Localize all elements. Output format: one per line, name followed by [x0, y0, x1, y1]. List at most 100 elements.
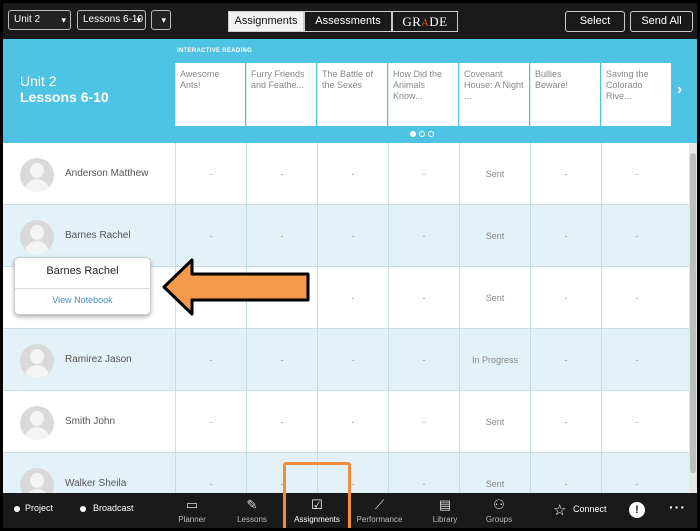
book-icon: ▭: [185, 497, 199, 512]
assignment-status-cell[interactable]: -: [388, 143, 459, 205]
assignment-status-cell[interactable]: -: [246, 329, 317, 391]
edit-icon: ✎: [246, 497, 258, 512]
assignment-status-cell[interactable]: -: [317, 267, 388, 329]
nav-performance[interactable]: ⟋ Performance: [352, 493, 407, 528]
assignment-status-cell[interactable]: -: [246, 391, 317, 453]
scrollbar[interactable]: [689, 143, 697, 493]
assignment-status-cell[interactable]: -: [530, 329, 601, 391]
unit-select-value: Unit 2: [14, 14, 41, 25]
assignments-highlight-box: [283, 462, 351, 528]
info-icon[interactable]: !: [629, 502, 645, 518]
broadcast-button[interactable]: Broadcast: [93, 503, 134, 513]
student-name[interactable]: Anderson Matthew: [65, 168, 148, 179]
column-header[interactable]: The Battle of the Sexes: [317, 63, 387, 126]
extra-select[interactable]: ▾: [151, 10, 171, 30]
column-header[interactable]: Furry Friends and Feathe...: [246, 63, 316, 126]
assignment-status-cell[interactable]: -: [175, 391, 246, 453]
assignment-status-cell[interactable]: -: [530, 205, 601, 267]
radio-dot-icon[interactable]: [80, 506, 86, 512]
assignment-header: Unit 2 Lessons 6-10 INTERACTIVE READING …: [3, 39, 697, 143]
avatar[interactable]: [20, 406, 54, 440]
student-name[interactable]: Smith John: [65, 416, 115, 427]
column-header[interactable]: How Did the Animals Know...: [388, 63, 458, 126]
project-button[interactable]: Project: [25, 503, 53, 513]
view-notebook-link[interactable]: View Notebook: [15, 295, 150, 305]
assignment-status-cell[interactable]: -: [388, 391, 459, 453]
table-row: Smith John - - - - Sent - -: [3, 391, 689, 453]
student-popup: Barnes Rachel View Notebook: [14, 257, 151, 315]
assignment-status-cell[interactable]: -: [601, 391, 672, 453]
star-icon: ☆: [553, 502, 567, 519]
assignment-status-cell[interactable]: -: [601, 329, 672, 391]
nav-label: Library: [432, 515, 458, 524]
nav-lessons[interactable]: ✎ Lessons: [231, 493, 273, 528]
assignment-status-cell[interactable]: -: [530, 267, 601, 329]
column-header[interactable]: Bullies Beware!: [530, 63, 600, 126]
assignment-status-cell[interactable]: -: [388, 267, 459, 329]
assignment-status-cell[interactable]: -: [317, 391, 388, 453]
nav-groups[interactable]: ⚇ Groups: [477, 493, 521, 528]
lessons-select-value: Lessons 6-10: [83, 14, 144, 25]
lessons-select[interactable]: Lessons 6-10 ▾: [77, 10, 146, 30]
column-header[interactable]: Awesome Ants!: [175, 63, 245, 126]
tab-grade[interactable]: GRADE: [392, 11, 458, 32]
nav-label: Planner: [178, 515, 206, 524]
table-row: Ramirez Jason - - - - In Progress - -: [3, 329, 689, 391]
avatar[interactable]: [20, 220, 54, 254]
assignment-status-cell[interactable]: Sent: [459, 391, 530, 453]
nav-library[interactable]: ▤ Library: [425, 493, 465, 528]
column-header[interactable]: Covenant House: A Night ...: [459, 63, 529, 126]
avatar[interactable]: [20, 158, 54, 192]
page-dot[interactable]: [410, 131, 416, 137]
unit-title: Unit 2: [20, 73, 57, 89]
assignment-status-cell[interactable]: -: [530, 391, 601, 453]
student-name-cell[interactable]: Anderson Matthew: [3, 143, 175, 205]
tab-assignments[interactable]: Assignments: [228, 11, 304, 32]
tab-assessments[interactable]: Assessments: [304, 11, 392, 32]
student-name[interactable]: Ramirez Jason: [65, 354, 132, 365]
nav-planner[interactable]: ▭ Planner: [173, 493, 211, 528]
student-name-cell[interactable]: Ramirez Jason: [3, 329, 175, 391]
assignment-status-cell[interactable]: In Progress: [459, 329, 530, 391]
chevron-right-icon[interactable]: ›: [677, 81, 682, 99]
assignment-status-cell[interactable]: -: [601, 267, 672, 329]
assignment-status-cell[interactable]: -: [388, 329, 459, 391]
assignment-status-cell[interactable]: -: [601, 143, 672, 205]
assignment-status-cell[interactable]: -: [317, 143, 388, 205]
unit-select[interactable]: Unit 2 ▾: [8, 10, 71, 30]
app-frame: Unit 2 ▾ Lessons 6-10 ▾ ▾ Assignments As…: [3, 3, 697, 528]
assignment-status-cell[interactable]: -: [317, 205, 388, 267]
assignment-status-cell[interactable]: -: [317, 329, 388, 391]
orange-arrow-annotation: [162, 258, 310, 316]
library-icon: ▤: [438, 497, 452, 512]
lessons-title: Lessons 6-10: [20, 89, 109, 105]
assignment-status-cell[interactable]: Sent: [459, 205, 530, 267]
radio-dot-icon[interactable]: [14, 506, 20, 512]
assignment-status-cell[interactable]: -: [601, 205, 672, 267]
assignment-status-cell[interactable]: -: [388, 205, 459, 267]
chart-icon: ⟋: [374, 497, 385, 512]
student-name[interactable]: Barnes Rachel: [65, 230, 131, 241]
assignment-status-cell[interactable]: Sent: [459, 143, 530, 205]
column-header[interactable]: Saving the Colorado Rive...: [601, 63, 671, 126]
assignment-status-cell[interactable]: -: [175, 329, 246, 391]
student-name-cell[interactable]: Smith John: [3, 391, 175, 453]
select-button[interactable]: Select: [565, 11, 625, 32]
avatar[interactable]: [20, 344, 54, 378]
connect-button[interactable]: ☆ Connect: [553, 493, 619, 528]
student-name[interactable]: Walker Sheila: [65, 478, 126, 489]
assignment-status-cell[interactable]: -: [175, 143, 246, 205]
assignment-status-cell[interactable]: -: [530, 143, 601, 205]
groups-icon: ⚇: [493, 497, 505, 512]
assignment-status-cell[interactable]: Sent: [459, 267, 530, 329]
assignment-status-cell[interactable]: -: [246, 143, 317, 205]
popup-student-name: Barnes Rachel: [46, 265, 119, 277]
scrollbar-thumb[interactable]: [690, 153, 696, 473]
page-dot[interactable]: [419, 131, 425, 137]
group-label: INTERACTIVE READING: [177, 48, 253, 54]
nav-label: Performance: [356, 515, 403, 524]
send-all-button[interactable]: Send All: [630, 11, 693, 32]
page-dot[interactable]: [428, 131, 434, 137]
more-icon[interactable]: ···: [669, 499, 686, 515]
chevron-down-icon: ▾: [161, 15, 166, 25]
